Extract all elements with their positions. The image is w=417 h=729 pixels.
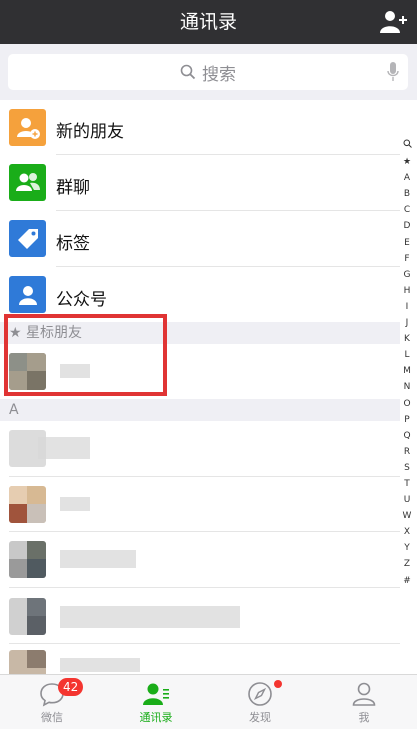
alphabet-index[interactable]: ★ A B C D E F G H I J K L M N O P Q R S … <box>400 138 414 589</box>
index-letter[interactable]: O <box>400 396 414 412</box>
new-dot-indicator <box>274 680 282 688</box>
index-letter[interactable]: C <box>400 202 414 218</box>
group-chat-icon <box>9 164 46 201</box>
official-accounts-label: 公众号 <box>56 290 107 310</box>
contact-item[interactable] <box>0 588 400 644</box>
search-input[interactable]: 搜索 <box>8 54 408 90</box>
top-navigation-bar: 通讯录 <box>0 0 417 44</box>
index-letter[interactable]: Z <box>400 556 414 572</box>
contact-name-blurred <box>60 497 90 511</box>
index-letter[interactable]: D <box>400 218 414 234</box>
index-letter[interactable]: G <box>400 267 414 283</box>
tab-discover[interactable]: 发现 <box>208 675 312 729</box>
tags-label: 标签 <box>56 234 90 254</box>
contact-name-blurred <box>60 658 140 672</box>
tab-chats-label: 微信 <box>41 711 63 724</box>
index-letter[interactable]: B <box>400 186 414 202</box>
contact-avatar <box>9 650 46 674</box>
tab-me[interactable]: 我 <box>312 675 416 729</box>
index-letter[interactable]: U <box>400 492 414 508</box>
index-letter[interactable]: E <box>400 235 414 251</box>
index-letter[interactable]: P <box>400 412 414 428</box>
search-area: 搜索 <box>0 44 417 100</box>
contact-avatar <box>9 486 46 523</box>
index-letter[interactable]: A <box>400 170 414 186</box>
contact-avatar <box>9 598 46 635</box>
tab-discover-label: 发现 <box>249 711 271 724</box>
compass-icon <box>248 682 272 706</box>
tag-icon <box>9 220 46 257</box>
contact-name-blurred <box>60 550 136 568</box>
page-title: 通讯录 <box>179 11 237 33</box>
bottom-tab-bar: 42 微信 通讯录 发现 我 <box>0 674 417 729</box>
index-letter[interactable]: # <box>400 573 414 589</box>
search-placeholder: 搜索 <box>202 64 236 85</box>
contact-item[interactable] <box>0 532 400 588</box>
search-icon <box>180 64 196 80</box>
contacts-icon <box>143 683 169 705</box>
tab-contacts-label: 通讯录 <box>139 711 173 724</box>
official-account-icon <box>9 276 46 313</box>
microphone-icon[interactable] <box>387 62 399 82</box>
tab-me-label: 我 <box>358 711 370 724</box>
index-letter[interactable]: I <box>400 299 414 315</box>
index-letter[interactable]: W <box>400 508 414 524</box>
new-friend-icon <box>9 109 46 146</box>
contact-item[interactable] <box>0 477 400 532</box>
index-letter[interactable]: K <box>400 331 414 347</box>
index-letter[interactable]: Q <box>400 428 414 444</box>
index-letter[interactable]: T <box>400 476 414 492</box>
add-contact-icon[interactable] <box>379 9 407 35</box>
index-letter[interactable]: N <box>400 379 414 395</box>
index-letter[interactable]: L <box>400 347 414 363</box>
index-letter[interactable]: R <box>400 444 414 460</box>
contact-name-blurred <box>60 606 240 628</box>
unread-badge: 42 <box>58 678 84 696</box>
index-letter[interactable]: ★ <box>400 154 414 170</box>
highlight-box <box>4 314 167 396</box>
contact-avatar <box>9 541 46 578</box>
index-search-icon[interactable] <box>400 138 414 154</box>
tab-contacts[interactable]: 通讯录 <box>104 675 208 729</box>
section-header-a: A <box>0 399 400 421</box>
group-chats-item[interactable]: 群聊 <box>0 155 400 211</box>
new-friends-label: 新的朋友 <box>56 122 124 142</box>
person-icon <box>352 682 376 706</box>
index-letter[interactable]: S <box>400 460 414 476</box>
contact-item[interactable] <box>0 421 400 477</box>
index-letter[interactable]: Y <box>400 540 414 556</box>
group-chats-label: 群聊 <box>56 178 90 198</box>
contact-name-blurred <box>38 437 90 459</box>
index-letter[interactable]: X <box>400 524 414 540</box>
index-letter[interactable]: J <box>400 315 414 331</box>
index-letter[interactable]: M <box>400 363 414 379</box>
index-letter[interactable]: F <box>400 251 414 267</box>
new-friends-item[interactable]: 新的朋友 <box>0 100 400 155</box>
contact-item[interactable] <box>0 644 400 674</box>
tab-chats[interactable]: 42 微信 <box>0 675 104 729</box>
tags-item[interactable]: 标签 <box>0 211 400 267</box>
index-letter[interactable]: H <box>400 283 414 299</box>
